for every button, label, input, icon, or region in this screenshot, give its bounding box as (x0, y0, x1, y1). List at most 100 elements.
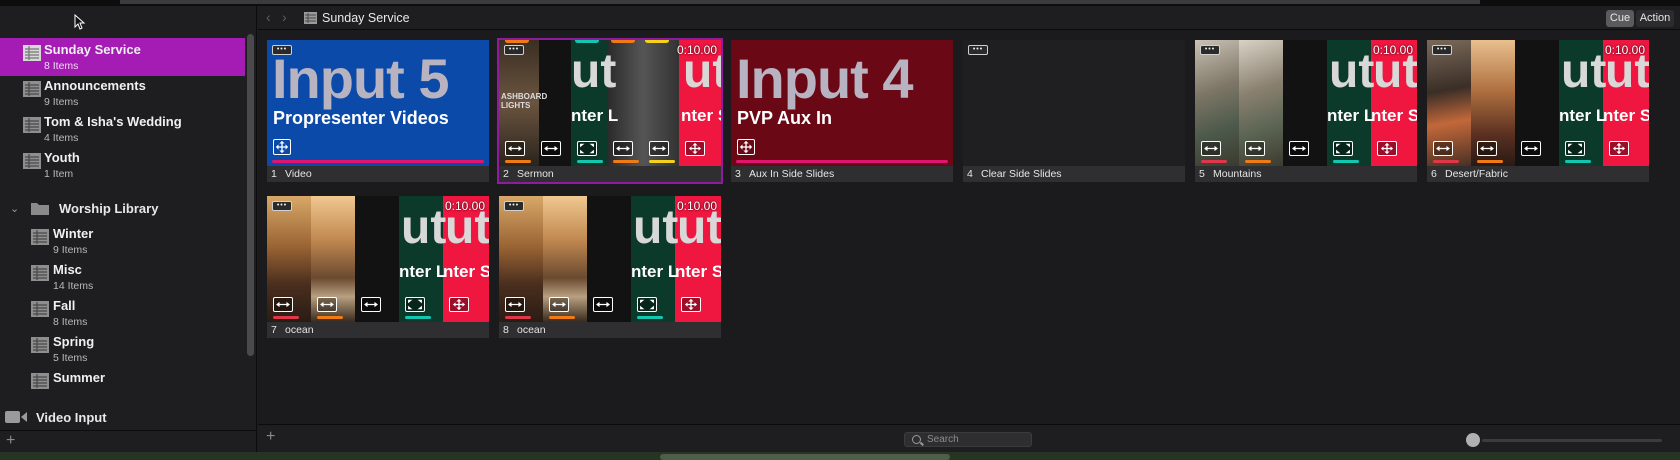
cue-label: Clear Side Slides (981, 168, 1062, 180)
cue-timer: 0:10.00 (1372, 43, 1413, 57)
playlist-title: Sunday Service (322, 11, 410, 25)
cue-options-icon[interactable]: ••• (1432, 45, 1452, 55)
expand-arrows-icon (1333, 141, 1353, 156)
lower-third-text: nter S (675, 262, 721, 281)
sidebar-item-title: Announcements (44, 78, 146, 93)
sidebar-item-youth[interactable]: Youth 1 Item (0, 146, 245, 184)
cue-label-bar: 8 ocean (499, 322, 721, 338)
chevron-down-icon[interactable]: ⌄ (10, 202, 19, 215)
sidebar-item-title: Spring (53, 334, 95, 349)
add-playlist-button[interactable]: + (6, 432, 15, 450)
cue-thumbnail: ••• Input 5 Propresenter Videos (267, 40, 489, 166)
add-cue-button[interactable]: + (266, 428, 275, 446)
slide-sub-text: Propresenter Videos (273, 108, 449, 128)
lower-third-text: ut (401, 201, 447, 254)
sidebar-item-fall[interactable]: Fall 8 Items (0, 294, 245, 332)
cue-label-bar: 6 Desert/Fabric (1427, 166, 1649, 182)
cue-clear-side-slides[interactable]: ••• 4 Clear Side Slides (963, 40, 1185, 182)
folder-icon (31, 203, 49, 215)
cue-number: 1 (271, 168, 277, 180)
sidebar-item-count: 8 Items (53, 316, 88, 328)
sidebar-item-title: Sunday Service (44, 42, 141, 57)
cue-mountains[interactable]: ut ut nter L nter S ••• 0:10.00 5 Mounta… (1195, 40, 1417, 182)
sidebar-folder-worship-library[interactable]: ⌄ Worship Library (0, 198, 245, 222)
playlist-icon (31, 373, 49, 389)
cue-thumbnail: ut ut nter L nter S ••• 0:10.00 (1427, 40, 1649, 166)
cue-options-icon[interactable]: ••• (504, 201, 524, 211)
sidebar-footer: + (0, 430, 257, 452)
cue-label: Desert/Fabric (1445, 168, 1509, 180)
sidebar-item-announcements[interactable]: Announcements 9 Items (0, 74, 245, 112)
cue-label-bar: 4 Clear Side Slides (963, 166, 1185, 182)
sidebar-item-count: 1 Item (44, 168, 74, 180)
horizontal-arrows-icon (613, 141, 633, 156)
cue-toggle-button[interactable]: Cue (1606, 10, 1634, 27)
cue-aux-in-side-slides[interactable]: Input 4 PVP Aux In 3 Aux In Side Slides (731, 40, 953, 182)
sidebar-item-count: 9 Items (44, 96, 79, 108)
move-arrows-icon (449, 297, 469, 312)
cue-options-icon[interactable]: ••• (1200, 45, 1220, 55)
horizontal-arrows-icon (505, 141, 525, 156)
sidebar-item-title: Youth (44, 150, 80, 165)
horizontal-arrows-icon (361, 297, 381, 312)
content-toolbar: ‹ › Sunday Service Cue Action (258, 6, 1680, 30)
sidebar-item-video-input[interactable]: Video Input (0, 406, 245, 430)
cue-number: 8 (503, 324, 509, 336)
sidebar-item-winter[interactable]: Winter 9 Items (0, 222, 245, 260)
expand-arrows-icon (405, 297, 425, 312)
cue-number: 5 (1199, 168, 1205, 180)
cue-label: Sermon (517, 168, 554, 180)
back-button[interactable]: ‹ (266, 9, 271, 25)
playlist-icon (23, 81, 41, 97)
lower-third-text: ut (633, 201, 679, 254)
cue-thumbnail: ut ut nter L nter S ••• 0:10.00 (1195, 40, 1417, 166)
sidebar-item-misc[interactable]: Misc 14 Items (0, 258, 245, 296)
expand-arrows-icon (637, 297, 657, 312)
move-arrows-icon (1609, 141, 1629, 156)
cue-sermon[interactable]: ASHBOARD LIGHTS ut ut nter L nter S ••• … (497, 38, 723, 184)
cue-label: Video (285, 168, 312, 180)
horizontal-arrows-icon (1521, 141, 1541, 156)
search-input[interactable]: Search (904, 432, 1032, 447)
forward-button[interactable]: › (282, 9, 287, 25)
horizontal-arrows-icon (549, 297, 569, 312)
sidebar-item-summer[interactable]: Summer (0, 366, 245, 404)
slide-side-text: ASHBOARD LIGHTS (501, 92, 548, 110)
horizontal-arrows-icon (505, 297, 525, 312)
cue-thumbnail: Input 4 PVP Aux In (731, 40, 953, 166)
sidebar-scrollbar[interactable] (247, 34, 254, 356)
cue-label: Mountains (1213, 168, 1262, 180)
cue-video[interactable]: ••• Input 5 Propresenter Videos 1 Video (267, 40, 489, 182)
sidebar-item-count: 9 Items (53, 244, 88, 256)
playlist-icon (23, 45, 41, 61)
cue-label: ocean (285, 324, 314, 336)
horizontal-arrows-icon (541, 141, 561, 156)
sidebar-item-spring[interactable]: Spring 5 Items (0, 330, 245, 368)
playlist-content: ‹ › Sunday Service Cue Action ••• Input … (258, 6, 1680, 452)
cue-label-bar: 2 Sermon (499, 166, 721, 182)
move-arrows-icon (1377, 141, 1397, 156)
move-arrows-icon (737, 139, 755, 155)
cue-desert-fabric[interactable]: ut ut nter L nter S ••• 0:10.00 6 Desert… (1427, 40, 1649, 182)
action-toggle-button[interactable]: Action (1636, 10, 1674, 27)
lower-third-text: nter L (631, 262, 679, 281)
zoom-slider-knob[interactable] (1466, 433, 1480, 447)
horizontal-arrows-icon (1477, 141, 1497, 156)
playlist-icon (23, 153, 41, 169)
cue-ocean-8[interactable]: ut ut nter L nter S ••• 0:10.00 8 ocean (499, 196, 721, 338)
cue-number: 4 (967, 168, 973, 180)
cue-ocean-7[interactable]: ut ut nter L nter S ••• 0:10.00 7 ocean (267, 196, 489, 338)
sidebar-item-sunday-service[interactable]: Sunday Service 8 Items (0, 38, 245, 76)
slide-sub-text: PVP Aux In (737, 108, 833, 128)
cue-options-icon[interactable]: ••• (504, 45, 524, 55)
sidebar-item-tom-isha-wedding[interactable]: Tom & Isha's Wedding 4 Items (0, 110, 245, 148)
zoom-slider-track[interactable] (1482, 439, 1662, 442)
playlist-icon (31, 265, 49, 281)
cue-options-icon[interactable]: ••• (272, 201, 292, 211)
lower-third-text: ut (1561, 45, 1607, 98)
cue-number: 3 (735, 168, 741, 180)
cue-options-icon[interactable]: ••• (968, 45, 988, 55)
cue-thumbnail: ••• (963, 40, 1185, 166)
horizontal-arrows-icon (649, 141, 669, 156)
cue-timer: 0:10.00 (1604, 43, 1645, 57)
